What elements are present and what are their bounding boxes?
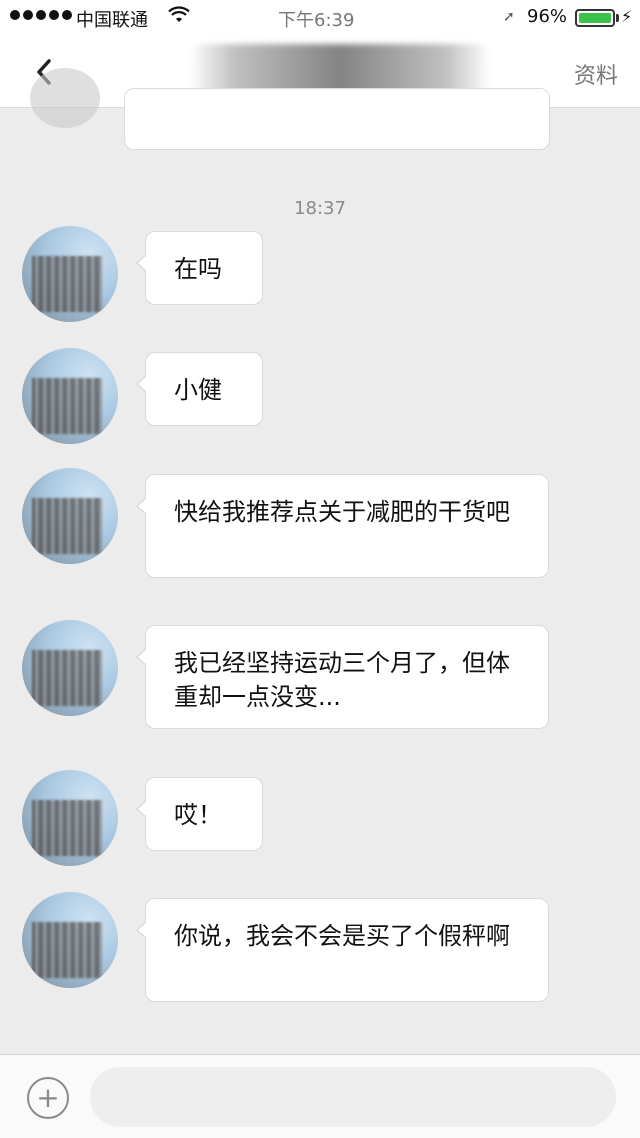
message-bubble: 小健 xyxy=(136,352,263,426)
chat-area[interactable]: 18:37 在吗 小健 快给我推荐点关于减肥的干货吧 我已经坚持运动三个月了，但… xyxy=(0,68,640,1054)
message-text: 你说，我会不会是买了个假秤啊 xyxy=(174,922,510,950)
wifi-icon xyxy=(168,6,190,22)
charging-bolt-icon: ⚡ xyxy=(621,7,633,26)
message-text: 快给我推荐点关于减肥的干货吧 xyxy=(174,498,510,526)
message-bubble: 在吗 xyxy=(136,231,263,305)
message-text: 我已经坚持运动三个月了，但体重却一点没变... xyxy=(174,649,510,711)
avatar[interactable] xyxy=(22,620,118,716)
avatar[interactable] xyxy=(22,468,118,564)
avatar[interactable] xyxy=(22,892,118,988)
battery-percent: 96% xyxy=(527,6,568,27)
message-bubble: 哎！ xyxy=(136,777,263,851)
message-bubble: 我已经坚持运动三个月了，但体重却一点没变... xyxy=(136,625,549,729)
battery-icon xyxy=(575,9,615,27)
chat-timestamp: 18:37 xyxy=(294,198,346,219)
previous-message-bubble xyxy=(124,88,550,150)
location-arrow-icon: ➚ xyxy=(503,9,515,25)
avatar[interactable] xyxy=(22,770,118,866)
message-bubble: 你说，我会不会是买了个假秤啊 xyxy=(136,898,549,1002)
message-bubble: 快给我推荐点关于减肥的干货吧 xyxy=(136,474,549,578)
battery-tip xyxy=(616,14,619,22)
carrier-name: 中国联通 xyxy=(76,10,148,31)
message-input[interactable] xyxy=(90,1067,616,1127)
profile-link[interactable]: 资料 xyxy=(574,58,618,90)
avatar[interactable] xyxy=(22,348,118,444)
status-bar: 中国联通 下午6:39 ➚ 96% ⚡ xyxy=(0,0,640,36)
avatar[interactable] xyxy=(22,226,118,322)
signal-dots-icon xyxy=(10,10,72,20)
message-text: 在吗 xyxy=(174,255,222,283)
message-text: 哎！ xyxy=(174,801,222,829)
message-text: 小健 xyxy=(174,376,222,404)
status-time: 下午6:39 xyxy=(278,10,355,31)
avatar xyxy=(30,68,100,128)
plus-circle-icon[interactable]: + xyxy=(27,1077,69,1119)
input-bar: + xyxy=(0,1054,640,1138)
